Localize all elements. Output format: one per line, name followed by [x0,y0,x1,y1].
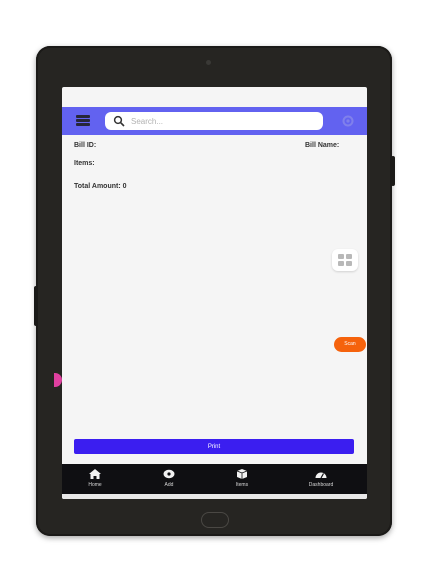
settings-icon[interactable] [341,114,355,128]
app-header [62,107,367,135]
print-button[interactable]: Print [74,439,354,454]
menu-icon[interactable] [76,115,90,127]
search-icon [113,115,125,127]
device-side-edge [34,286,38,326]
search-bar[interactable] [105,112,323,130]
nav-label-home: Home [88,482,102,488]
total-amount-label: Total Amount: 0 [74,183,127,190]
screen-bottom-edge [62,494,367,499]
items-label: Items: [74,160,95,167]
front-camera [206,60,211,65]
nav-label-dashboard: Dashboard [308,482,334,488]
dashboard-icon [315,472,327,479]
home-button[interactable] [201,512,229,528]
app-screen: Bill ID: Bill Name: Items: Total Amount:… [62,87,367,499]
bill-name-label: Bill Name: [305,142,340,149]
search-input[interactable] [131,114,316,128]
nav-item-dashboard[interactable]: Dashboard [291,464,351,494]
items-icon [236,469,248,479]
nav-item-add[interactable]: Add [139,464,199,494]
device-side-button [391,156,395,186]
nav-label-add: Add [164,482,174,488]
grid-view-button[interactable] [332,249,358,271]
bottom-navigation: Home Add Items Dashboard [62,464,367,494]
bill-id-label: Bill ID: [74,142,97,149]
scan-fab-button[interactable]: Scan [334,337,366,352]
nav-item-home[interactable]: Home [65,464,125,494]
home-icon [89,469,101,479]
nav-label-items: Items [235,482,249,488]
add-icon [163,469,175,479]
nav-item-items[interactable]: Items [212,464,272,494]
